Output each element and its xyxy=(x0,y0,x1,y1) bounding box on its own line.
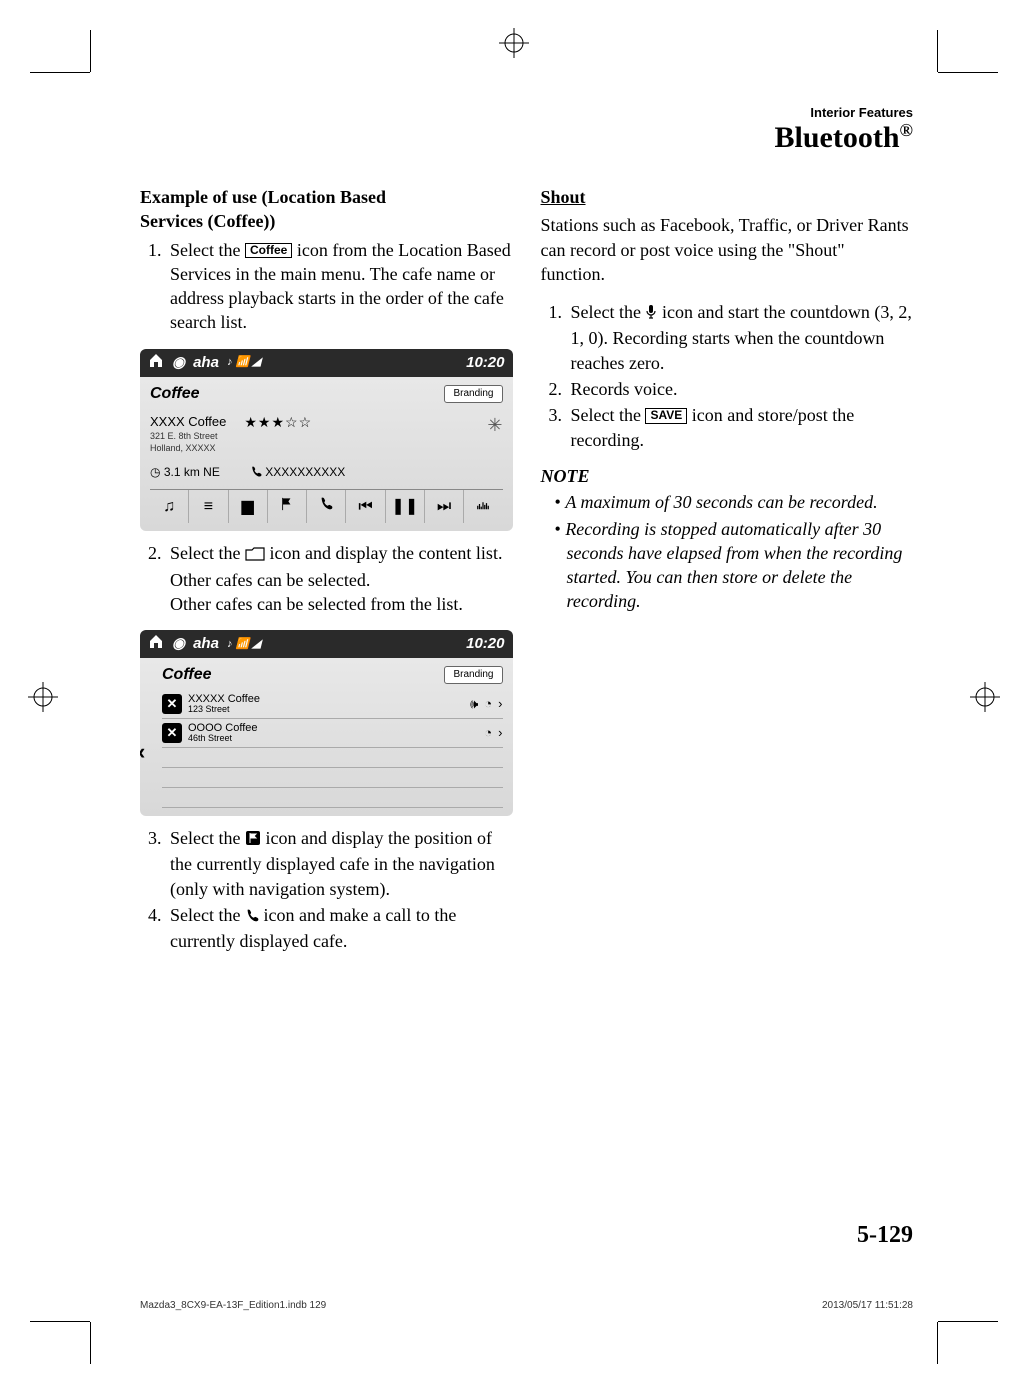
nav-flag-icon xyxy=(245,828,261,852)
home-icon xyxy=(148,352,164,374)
list-item-empty xyxy=(162,768,503,788)
phone-label: XXXXXXXXXX xyxy=(250,464,345,480)
list-item-empty xyxy=(162,748,503,768)
ss2-app-label: aha xyxy=(193,634,219,654)
ss1-toolbar: ♫ ≡ ▆ ⏮ ❚❚ ⏭ xyxy=(150,489,503,524)
page-content: Interior Features Bluetooth® Example of … xyxy=(140,105,913,1289)
phone-icon[interactable] xyxy=(307,490,346,524)
aha-logo-icon: ◉ xyxy=(172,353,185,373)
note-item-2: Recording is stopped automatically after… xyxy=(555,517,914,614)
chevron-right-icon: › xyxy=(498,695,502,713)
note-item-1: A maximum of 30 seconds can be recorded. xyxy=(555,490,914,514)
nav-flag-icon[interactable] xyxy=(268,490,307,524)
folder-icon[interactable]: ▆ xyxy=(229,490,268,524)
status-icons: ♪ 📶 ◢ xyxy=(227,355,261,370)
left-step-4: Select the icon and make a call to the c… xyxy=(166,903,513,954)
music-note-icon[interactable]: ♫ xyxy=(150,490,189,524)
ss1-title: Coffee xyxy=(150,383,200,405)
item-x-icon: ✕ xyxy=(162,723,182,743)
ss1-clock: 10:20 xyxy=(466,353,504,373)
shout-body: Stations such as Facebook, Traffic, or D… xyxy=(541,213,914,286)
clock-icon: ◔ xyxy=(484,724,492,742)
ss2-body: ‹ Coffee Branding ✕ XXXXX Coffee 123 Str… xyxy=(140,658,513,816)
clock-icon: ◔ xyxy=(484,695,492,713)
column-layout: Example of use (Location Based Services … xyxy=(140,185,913,955)
crop-mark xyxy=(30,72,90,73)
right-step-1: Select the icon and start the countdown … xyxy=(567,300,914,375)
branding-button[interactable]: Branding xyxy=(444,666,502,684)
equalizer-icon[interactable] xyxy=(464,490,502,524)
ss2-clock: 10:20 xyxy=(466,634,504,654)
crop-mark xyxy=(90,1322,91,1364)
back-icon[interactable]: ‹ xyxy=(140,737,145,767)
crop-mark xyxy=(30,1321,90,1322)
status-icons: ♪ 📶 ◢ xyxy=(227,637,261,652)
crop-mark xyxy=(938,72,998,73)
right-steps: Select the icon and start the countdown … xyxy=(559,300,914,452)
ss1-body: Coffee Branding XXXX Coffee 321 E. 8th S… xyxy=(140,377,513,531)
microphone-icon xyxy=(645,302,657,326)
footer: Mazda3_8CX9-EA-13F_Edition1.indb 129 201… xyxy=(140,1300,913,1311)
pause-icon[interactable]: ❚❚ xyxy=(386,490,425,524)
phone-icon xyxy=(245,905,259,929)
folder-icon xyxy=(245,543,265,567)
branding-button[interactable]: Branding xyxy=(444,385,502,403)
left-column: Example of use (Location Based Services … xyxy=(140,185,513,955)
ss2-statusbar: ◉ aha ♪ 📶 ◢ 10:20 xyxy=(140,630,513,658)
crop-mark xyxy=(937,30,938,72)
ss1-statusbar: ◉ aha ♪ 📶 ◢ 10:20 xyxy=(140,349,513,377)
list-item[interactable]: ✕ XXXXX Coffee 123 Street 🕪 ◔ › xyxy=(162,690,503,719)
note-heading: NOTE xyxy=(541,464,914,488)
note-list: A maximum of 30 seconds can be recorded.… xyxy=(555,490,914,613)
left-steps-1: Select the Coffee icon from the Location… xyxy=(158,238,513,335)
left-step-1: Select the Coffee icon from the Location… xyxy=(166,238,513,335)
right-step-3: Select the SAVE icon and store/post the … xyxy=(567,403,914,452)
right-step-2: Records voice. xyxy=(567,377,914,401)
save-icon: SAVE xyxy=(645,408,687,423)
list-item[interactable]: ✕ OOOO Coffee 46th Street ◔ › xyxy=(162,719,503,748)
crop-mark xyxy=(90,30,91,72)
distance-label: ◷ 3.1 km NE xyxy=(150,464,220,480)
shout-heading: Shout xyxy=(541,185,914,209)
aha-logo-icon: ◉ xyxy=(172,634,185,654)
ss1-app-label: aha xyxy=(193,353,219,373)
item-x-icon: ✕ xyxy=(162,694,182,714)
footer-timestamp: 2013/05/17 11:51:28 xyxy=(822,1300,913,1311)
header-title: Bluetooth® xyxy=(140,120,913,155)
left-steps-2: Select the icon and display the content … xyxy=(158,541,513,616)
crop-mark xyxy=(937,1322,938,1364)
next-track-icon[interactable]: ⏭ xyxy=(425,490,464,524)
footer-file: Mazda3_8CX9-EA-13F_Edition1.indb 129 xyxy=(140,1300,326,1311)
page-number: 5-129 xyxy=(857,1222,913,1249)
registration-mark xyxy=(499,28,529,58)
compass-icon: ◷ xyxy=(150,465,160,479)
left-step-2: Select the icon and display the content … xyxy=(166,541,513,616)
aha-list-screenshot: ◉ aha ♪ 📶 ◢ 10:20 ‹ Coffee Branding ✕ xyxy=(140,630,513,816)
left-step-3: Select the icon and display the position… xyxy=(166,826,513,901)
right-column: Shout Stations such as Facebook, Traffic… xyxy=(541,185,914,955)
left-steps-3: Select the icon and display the position… xyxy=(158,826,513,953)
registration-mark xyxy=(28,682,58,712)
ss2-title: Coffee xyxy=(162,664,212,686)
aha-playback-screenshot: ◉ aha ♪ 📶 ◢ 10:20 Coffee Branding XXXX C… xyxy=(140,349,513,531)
star-rating-icon: ★★★☆☆ xyxy=(244,413,312,455)
page-header: Interior Features Bluetooth® xyxy=(140,105,913,155)
cafe-list: ✕ XXXXX Coffee 123 Street 🕪 ◔ › xyxy=(162,690,503,808)
list-icon[interactable]: ≡ xyxy=(189,490,228,524)
chevron-right-icon: › xyxy=(498,724,502,742)
list-item-empty xyxy=(162,788,503,808)
home-icon xyxy=(148,633,164,655)
registration-mark xyxy=(970,682,1000,712)
header-category: Interior Features xyxy=(140,105,913,120)
crop-mark xyxy=(938,1321,998,1322)
example-heading: Example of use (Location Based Services … xyxy=(140,185,513,234)
speaker-icon: 🕪 xyxy=(470,695,478,713)
cafe-info: XXXX Coffee 321 E. 8th Street Holland, X… xyxy=(150,413,226,455)
prev-track-icon[interactable]: ⏮ xyxy=(346,490,385,524)
coffee-icon: Coffee xyxy=(245,243,292,258)
loading-icon: ✳ xyxy=(487,413,502,455)
